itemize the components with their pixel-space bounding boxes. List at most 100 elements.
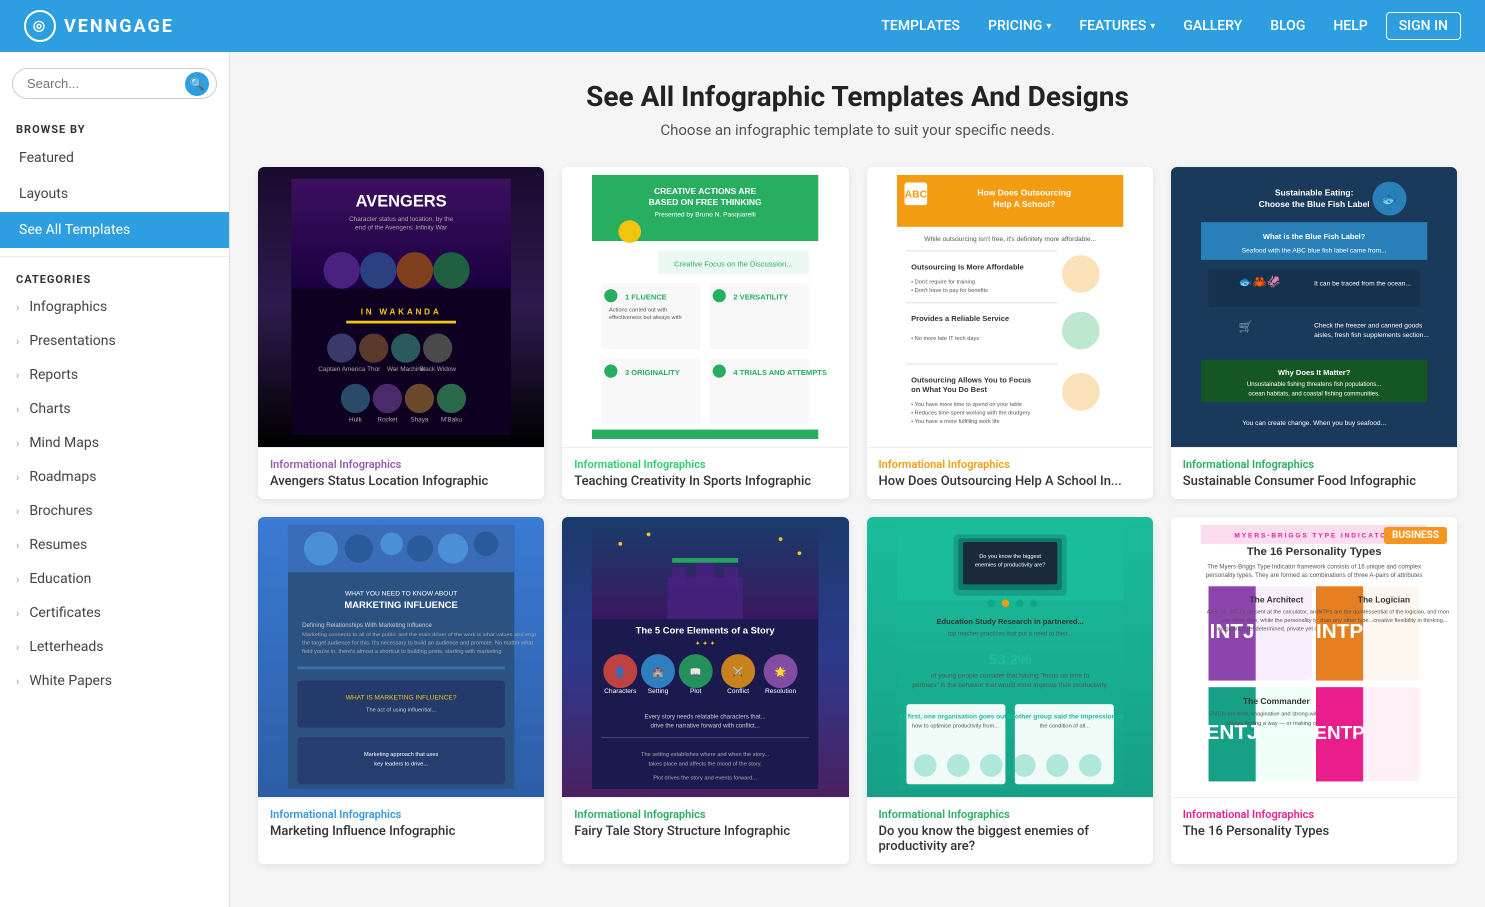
svg-text:WHAT IS MARKETING INFLUENCE?: WHAT IS MARKETING INFLUENCE? [346,694,457,701]
svg-text:effectiveness but always with: effectiveness but always with [609,315,682,321]
chevron-right-icon: › [16,607,19,620]
sidebar-item-charts[interactable]: › Charts [0,392,229,426]
sidebar-item-presentations[interactable]: › Presentations [0,324,229,358]
template-card[interactable]: WHAT YOU NEED TO KNOW ABOUT MARKETING IN… [258,517,544,864]
chevron-right-icon: › [16,437,19,450]
sidebar-item-label: Featured [19,150,74,166]
sidebar: 🔍 BROWSE BY Featured Layouts See All Tem… [0,52,230,907]
category-label: Reports [29,367,78,383]
sustainable-preview-svg: Sustainable Eating: Choose the Blue Fish… [1179,175,1449,439]
template-name: How Does Outsourcing Help A School In... [879,474,1141,489]
category-label: Charts [29,401,70,417]
template-card[interactable]: ABC How Does Outsourcing Help A School? … [867,167,1153,499]
sidebar-item-white-papers[interactable]: › White Papers [0,664,229,698]
svg-text:53.2%: 53.2% [988,652,1031,669]
svg-text:🏰: 🏰 [652,666,664,678]
svg-text:The 5 Core Elements of a Story: The 5 Core Elements of a Story [636,624,776,635]
template-category: Informational Infographics [270,458,532,471]
category-label: Presentations [29,333,115,349]
chevron-right-icon: › [16,403,19,416]
sidebar-item-letterheads[interactable]: › Letterheads [0,630,229,664]
svg-text:INTPs are the quintessential o: INTPs are the quintessential of the logi… [1317,610,1449,616]
nav-gallery[interactable]: GALLERY [1173,12,1252,40]
svg-text:⚔️: ⚔️ [733,666,745,678]
sidebar-item-reports[interactable]: › Reports [0,358,229,392]
nav-features[interactable]: FEATURES ▾ [1069,12,1165,40]
svg-text:How Does Outsourcing: How Does Outsourcing [977,188,1071,198]
svg-text:AVENGERS: AVENGERS [356,192,447,210]
template-category: Informational Infographics [879,808,1141,821]
sidebar-item-roadmaps[interactable]: › Roadmaps [0,460,229,494]
template-name: The 16 Personality Types [1183,824,1445,839]
svg-text:What is the Blue Fish Label?: What is the Blue Fish Label? [1263,232,1366,241]
svg-text:The Logician: The Logician [1358,594,1410,604]
template-footer: Informational Infographics Do you know t… [867,797,1153,864]
svg-text:Plot drives the story and even: Plot drives the story and events forward… [653,776,757,782]
page-title: See All Infographic Templates And Design… [258,80,1457,113]
template-footer: Informational Infographics Sustainable C… [1171,447,1457,499]
sidebar-item-label: Layouts [19,186,68,202]
template-preview: ABC How Does Outsourcing Help A School? … [867,167,1153,447]
productivity-preview-svg: Do you know the biggest enemies of produ… [875,525,1145,789]
sidebar-item-education[interactable]: › Education [0,562,229,596]
category-label: Roadmaps [29,469,96,485]
nav-templates[interactable]: TEMPLATES [871,12,970,40]
template-card[interactable]: CREATIVE ACTIONS ARE BASED ON FREE THINK… [562,167,848,499]
chevron-right-icon: › [16,573,19,586]
nav-links: TEMPLATES PRICING ▾ FEATURES ▾ GALLERY B… [871,12,1461,40]
template-preview: Sustainable Eating: Choose the Blue Fish… [1171,167,1457,447]
template-card[interactable]: AVENGERS Character status and location, … [258,167,544,499]
svg-text:4 TRIALS AND ATTEMPTS: 4 TRIALS AND ATTEMPTS [734,368,827,377]
svg-text:It can be traced from the ocea: It can be traced from the ocean... [1314,280,1411,287]
svg-text:1 FLUENCE: 1 FLUENCE [625,292,667,301]
sidebar-item-brochures[interactable]: › Brochures [0,494,229,528]
avengers-preview-svg: AVENGERS Character status and location, … [270,179,532,435]
svg-text:🐟🦀🦑: 🐟🦀🦑 [1238,274,1280,288]
svg-text:enemies of productivity are?: enemies of productivity are? [974,562,1045,568]
template-name: Avengers Status Location Infographic [270,474,532,489]
nav-pricing[interactable]: PRICING ▾ [978,12,1061,40]
site-logo[interactable]: ◎ VENNGAGE [24,10,174,42]
category-label: Education [29,571,91,587]
template-card[interactable]: BUSINESS MYERS-BRIGGS TYPE INDICATOR The… [1171,517,1457,864]
svg-text:The Architect: The Architect [1249,594,1303,604]
svg-text:Sustainable Eating:: Sustainable Eating: [1275,188,1354,198]
svg-text:Actions carried out with: Actions carried out with [609,308,667,314]
template-card[interactable]: The 5 Core Elements of a Story ✦ ✦ ✦ 👤 C… [562,517,848,864]
sidebar-item-layouts[interactable]: Layouts [0,176,229,212]
nav-blog[interactable]: BLOG [1260,12,1315,40]
svg-text:partners" is the behavior that: partners" is the behavior that would mos… [912,682,1108,689]
sidebar-item-resumes[interactable]: › Resumes [0,528,229,562]
template-preview: Do you know the biggest enemies of produ… [867,517,1153,797]
svg-text:Hulk: Hulk [349,416,363,423]
template-card[interactable]: Sustainable Eating: Choose the Blue Fish… [1171,167,1457,499]
svg-text:Resolution: Resolution [765,688,796,695]
svg-text:of young people consider that: of young people consider that having "fo… [930,673,1089,680]
svg-text:Conflict: Conflict [727,688,749,695]
sidebar-item-certificates[interactable]: › Certificates [0,596,229,630]
nav-help[interactable]: HELP [1323,12,1377,40]
svg-text:• No more late IT tech days: • No more late IT tech days [911,336,979,342]
svg-text:✦ ✦ ✦: ✦ ✦ ✦ [695,640,716,648]
svg-text:ABC: ABC [904,190,927,201]
sidebar-item-see-all-templates[interactable]: See All Templates [0,212,229,248]
template-category: Informational Infographics [1183,808,1445,821]
personality-preview-svg: MYERS-BRIGGS TYPE INDICATOR The 16 Perso… [1179,525,1449,789]
template-card[interactable]: Do you know the biggest enemies of produ… [867,517,1153,864]
svg-text:• Don't require for training: • Don't require for training [911,279,975,285]
svg-text:BASED ON FREE THINKING: BASED ON FREE THINKING [649,197,762,207]
template-name: Teaching Creativity In Sports Infographi… [574,474,836,489]
category-label: Brochures [29,503,92,519]
template-footer: Informational Infographics How Does Outs… [867,447,1153,499]
svg-text:Presented by Bruno N. Pasquare: Presented by Bruno N. Pasquarelli [655,211,757,218]
nav-signin[interactable]: SIGN IN [1386,12,1461,40]
svg-text:• You have a more fulfilling w: • You have a more fulfilling work life [911,419,1000,425]
svg-text:WHAT YOU NEED TO KNOW ABOUT: WHAT YOU NEED TO KNOW ABOUT [345,591,457,598]
sidebar-item-infographics[interactable]: › Infographics [0,290,229,324]
sidebar-item-mind-maps[interactable]: › Mind Maps [0,426,229,460]
search-button[interactable]: 🔍 [185,72,209,96]
template-preview: CREATIVE ACTIONS ARE BASED ON FREE THINK… [562,167,848,447]
sidebar-item-featured[interactable]: Featured [0,140,229,176]
svg-text:Outsourcing Allows You to Focu: Outsourcing Allows You to Focus [911,375,1031,384]
svg-text:👤: 👤 [615,666,627,678]
